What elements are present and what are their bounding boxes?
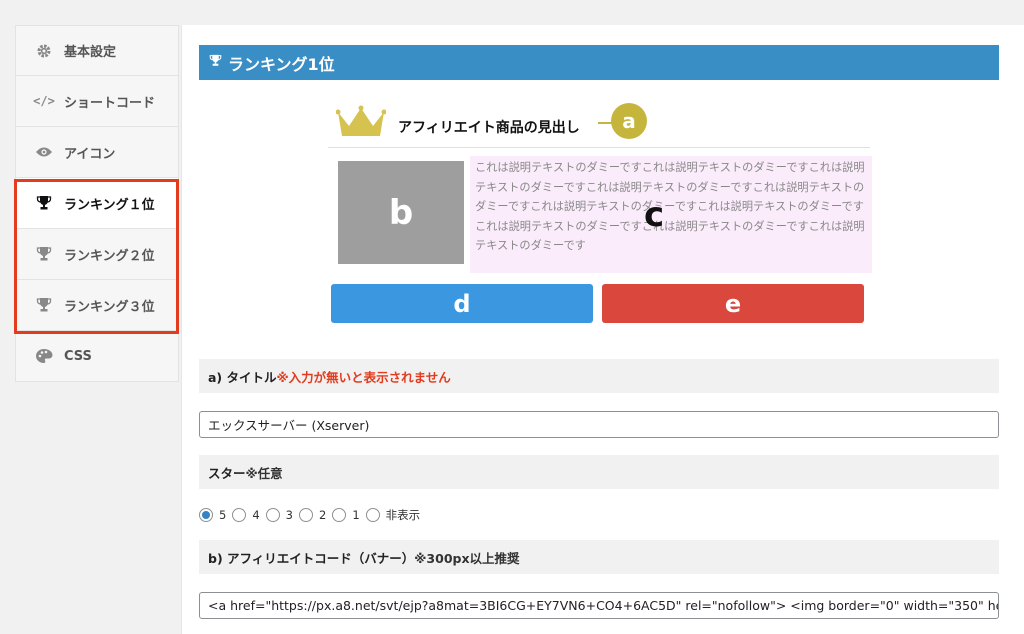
affiliate-code-input[interactable]: <a href="https://px.a8.net/svt/ejp?a8mat… xyxy=(199,592,999,619)
title-field-label: a) タイトル xyxy=(208,369,277,385)
code-field-label: b) アフィリエイトコード（バナー） xyxy=(208,550,415,566)
radio-button[interactable] xyxy=(332,508,347,522)
star-option-hidden[interactable]: 非表示 xyxy=(365,507,423,523)
eye-icon xyxy=(34,143,54,161)
radio-button[interactable] xyxy=(199,508,213,522)
sidebar-item-shortcode[interactable]: </> ショートコード xyxy=(15,76,179,127)
radio-button[interactable] xyxy=(265,508,280,522)
star-section-header: スター ※任意 xyxy=(199,455,999,489)
radio-button[interactable] xyxy=(365,508,380,522)
sidebar-item-label: 基本設定 xyxy=(64,45,117,60)
radio-button[interactable] xyxy=(298,508,313,522)
code-icon: </> xyxy=(33,94,55,108)
page-title: ランキング1位 xyxy=(228,54,335,74)
preview-image-placeholder: b xyxy=(338,161,464,264)
gear-icon xyxy=(34,42,54,60)
star-option-1[interactable]: 1 xyxy=(332,508,361,522)
star-option-4[interactable]: 4 xyxy=(232,508,261,522)
sidebar-item-label: ショートコード xyxy=(64,95,156,111)
panel-title-bar: ランキング1位 xyxy=(199,45,999,80)
highlight-frame xyxy=(14,179,179,334)
title-input[interactable]: エックスサーバー (Xserver) xyxy=(199,411,999,438)
radio-button[interactable] xyxy=(232,508,247,522)
trophy-icon xyxy=(209,54,222,71)
preview-heading-area: アフィリエイト商品の見出し a xyxy=(328,100,870,148)
callout-badge-a: a xyxy=(611,103,647,139)
preview-description: これは説明テキストのダミーですこれは説明テキストのダミーですこれは説明テキストの… xyxy=(470,156,872,273)
sidebar-item-label: アイコン xyxy=(64,146,116,162)
preview-button-e[interactable]: e xyxy=(602,284,864,323)
recommend-note: ※300px以上推奨 xyxy=(414,550,520,566)
sidebar-item-icon[interactable]: アイコン xyxy=(15,127,179,178)
code-section-header: b) アフィリエイトコード（バナー） ※300px以上推奨 xyxy=(199,540,999,574)
callout-label-c: c xyxy=(644,195,665,235)
palette-icon xyxy=(34,347,54,365)
star-option-3[interactable]: 3 xyxy=(265,508,295,522)
crown-icon xyxy=(335,104,387,144)
sidebar-item-css[interactable]: CSS xyxy=(15,331,179,382)
optional-note: ※任意 xyxy=(245,465,283,481)
main-panel: ランキング1位 アフィリエイト商品の見出し a b これは説明テキストのダミーで… xyxy=(181,25,1024,634)
preview-heading-text: アフィリエイト商品の見出し xyxy=(398,120,580,136)
star-option-5[interactable]: 5 xyxy=(199,508,228,522)
sidebar-item-basic-settings[interactable]: 基本設定 xyxy=(15,25,179,76)
preview-button-d[interactable]: d xyxy=(331,284,593,323)
star-option-2[interactable]: 2 xyxy=(298,508,328,522)
star-radio-group: 5 4 3 2 1 非表示 xyxy=(199,507,426,523)
required-note: ※入力が無いと表示されません xyxy=(276,369,451,385)
title-section-header: a) タイトル ※入力が無いと表示されません xyxy=(199,359,999,393)
sidebar-item-label: CSS xyxy=(64,348,92,364)
star-field-label: スター xyxy=(208,465,246,481)
